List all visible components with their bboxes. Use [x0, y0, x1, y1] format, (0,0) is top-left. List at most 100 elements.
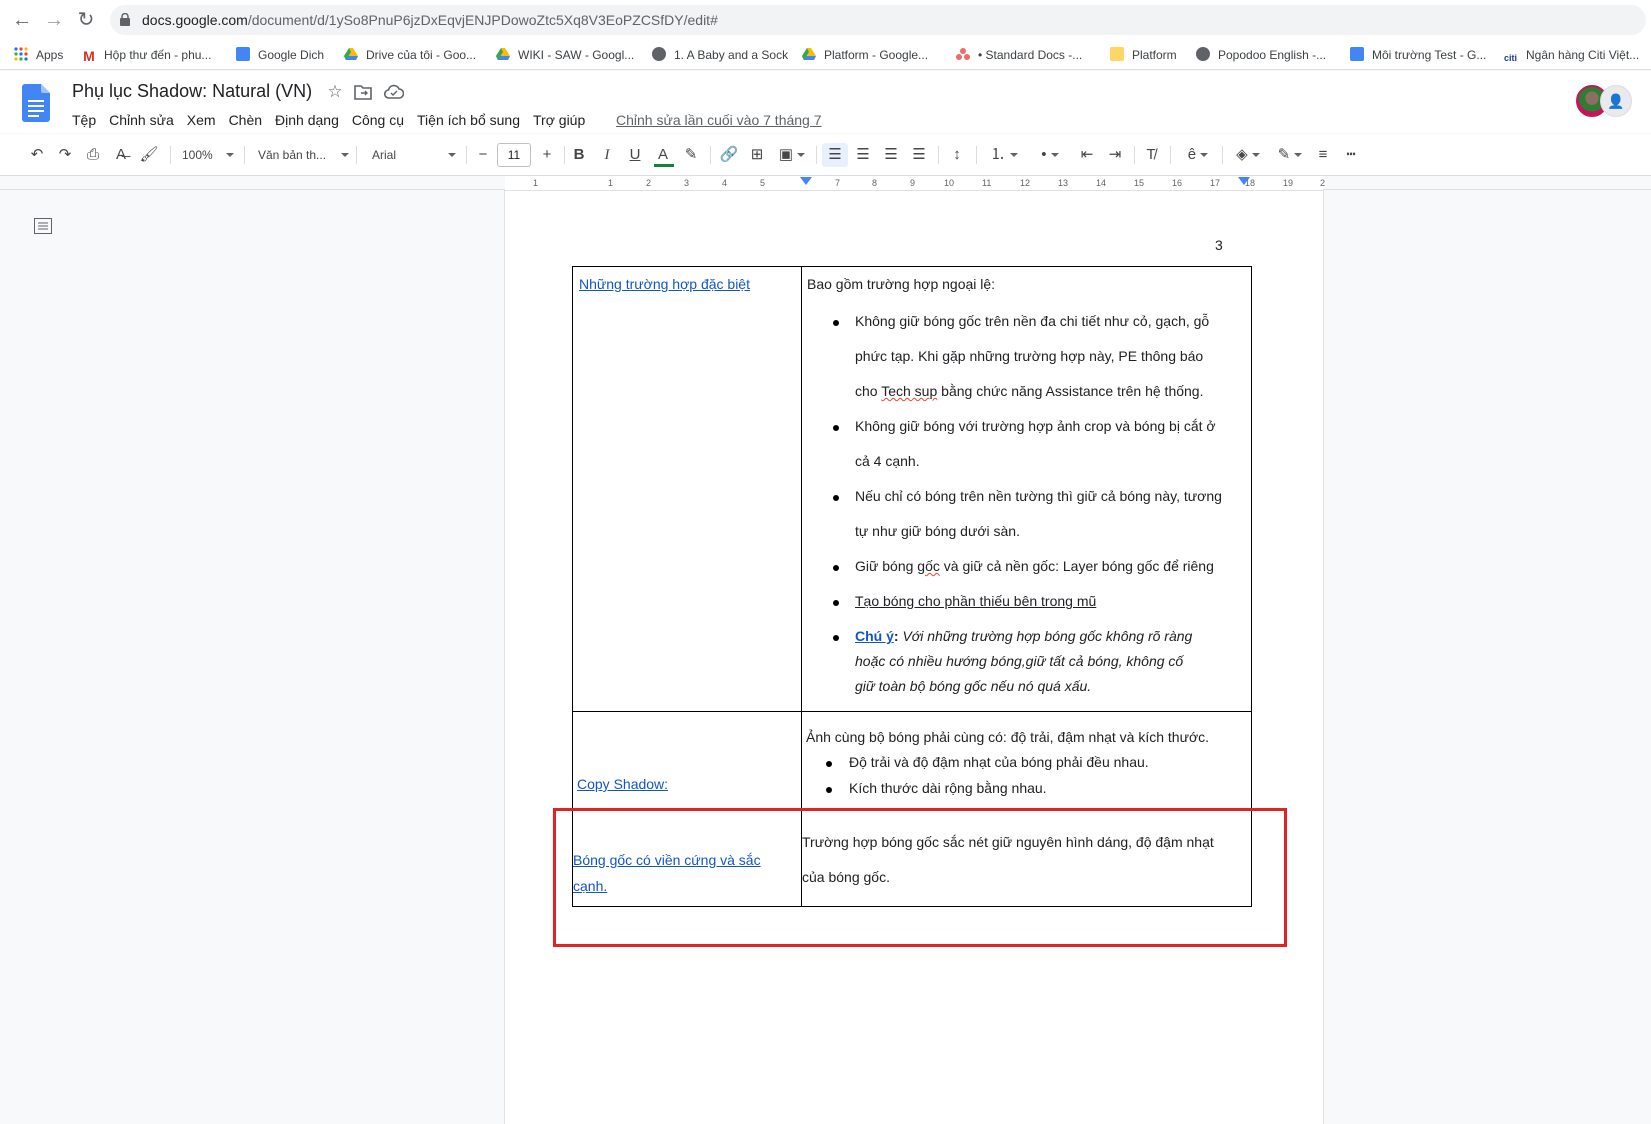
zoom-select[interactable]: 100% — [182, 143, 235, 167]
bookmark-standard-docs[interactable]: • Standard Docs -... — [956, 45, 1082, 65]
highlight-annotation-box — [553, 808, 1287, 947]
menu-tools[interactable]: Công cụ — [352, 109, 404, 131]
citi-icon: citi — [1504, 53, 1518, 63]
ruler[interactable]: 1 1 2 3 4 5 7 8 9 10 11 12 13 14 15 16 1… — [0, 176, 1651, 190]
ruler-number: 7 — [835, 178, 841, 188]
bookmark-drive[interactable]: Drive của tôi - Goo... — [344, 45, 476, 65]
menu-view[interactable]: Xem — [187, 109, 216, 131]
google-drive-icon — [344, 48, 358, 60]
decrease-font-size-button[interactable]: − — [472, 143, 494, 167]
bookmarks-bar: Apps M Hộp thư đến - phu... Google Dich D… — [0, 40, 1651, 70]
menu-addons[interactable]: Tiện ích bổ sung — [417, 109, 520, 131]
bookmark-popodoo[interactable]: Popodoo English -... — [1196, 45, 1326, 65]
menu-file[interactable]: Tệp — [72, 109, 96, 131]
bookmark-moi-truong-test[interactable]: Môi trường Test - G... — [1350, 45, 1486, 65]
decrease-indent-icon[interactable]: ⇤ — [1076, 143, 1098, 167]
undo-icon[interactable]: ↶ — [26, 143, 48, 167]
align-left-icon[interactable]: ☰ — [822, 143, 848, 167]
redo-icon[interactable]: ↷ — [54, 143, 76, 167]
toolbar-separator — [356, 146, 357, 164]
forward-arrow-icon[interactable]: → — [42, 8, 66, 32]
insert-image-icon[interactable]: ▣ — [774, 143, 810, 167]
toolbar-separator — [1170, 146, 1171, 164]
bookmark-apps[interactable]: Apps — [14, 45, 63, 65]
toolbar-separator — [938, 146, 939, 164]
google-translate-icon — [236, 47, 250, 61]
link-create-shadow-hat[interactable]: Tạo bóng cho phần thiếu bên trong mũ — [855, 593, 1096, 609]
clear-formatting-icon[interactable]: T̸ — [1140, 143, 1162, 167]
share-people-icon[interactable]: 👤 — [1600, 85, 1632, 117]
address-bar[interactable]: docs.google.com/document/d/1ySo8PnuP6jzD… — [110, 5, 1646, 35]
menu-help[interactable]: Trợ giúp — [533, 109, 585, 131]
increase-font-size-button[interactable]: + — [536, 143, 558, 167]
paint-format-icon[interactable]: 🖌 — [138, 143, 160, 167]
bookmark-citi[interactable]: citi Ngân hàng Citi Việt... — [1504, 45, 1639, 65]
insert-link-icon[interactable]: 🔗 — [718, 143, 740, 167]
bookmark-google-dich[interactable]: Google Dich — [236, 45, 324, 65]
bookmark-wiki[interactable]: WIKI - SAW - Googl... — [496, 45, 634, 65]
ruler-number: 17 — [1210, 178, 1221, 188]
align-center-icon[interactable]: ☰ — [852, 143, 874, 167]
document-outline-icon[interactable] — [34, 218, 52, 234]
right-indent-marker[interactable] — [1238, 177, 1250, 185]
toolbar-separator — [170, 146, 171, 164]
link-special-cases[interactable]: Những trường hợp đặc biệt — [579, 276, 750, 292]
bookmark-platform-google[interactable]: Platform - Google... — [802, 45, 928, 65]
bookmark-baby-sock[interactable]: 1. A Baby and a Sock — [652, 45, 788, 65]
google-docs-logo-icon[interactable] — [22, 84, 50, 122]
bulleted-list-icon[interactable]: • — [1030, 143, 1070, 167]
menu-edit[interactable]: Chỉnh sửa — [109, 109, 174, 131]
text-color-icon[interactable]: A — [652, 143, 674, 167]
align-right-icon[interactable]: ☰ — [880, 143, 902, 167]
ruler-number: 11 — [982, 178, 992, 188]
formatting-toolbar: ↶ ↷ ⎙ A̶ 🖌 100% Văn bản th... Arial − 11… — [0, 134, 1651, 176]
print-icon[interactable]: ⎙ — [82, 143, 104, 167]
border-width-icon[interactable]: ≡ — [1312, 143, 1334, 167]
font-size-input[interactable]: 11 — [497, 143, 531, 167]
last-edit-link[interactable]: Chỉnh sửa lần cuối vào 7 tháng 7 — [616, 109, 822, 131]
google-drive-icon — [802, 48, 816, 60]
docs-icon — [1350, 47, 1364, 61]
fill-color-icon[interactable]: ◈ — [1230, 143, 1266, 167]
star-icon[interactable]: ☆ — [325, 82, 345, 102]
line-spacing-icon[interactable]: ↕ — [946, 143, 968, 167]
bullet-dot — [833, 565, 839, 571]
left-indent-marker[interactable] — [800, 177, 812, 185]
document-title[interactable]: Phụ lục Shadow: Natural (VN) — [72, 81, 312, 102]
add-comment-icon[interactable]: ⊞ — [746, 143, 768, 167]
font-select[interactable]: Arial — [372, 143, 462, 167]
justify-icon[interactable]: ☰ — [908, 143, 930, 167]
list-item-line: phức tạp. Khi gặp những trường hợp này, … — [855, 348, 1204, 364]
reload-icon[interactable]: ↻ — [74, 8, 98, 32]
list-item-line: cho Tech sup bằng chức năng Assistance t… — [855, 383, 1204, 399]
bookmark-platform[interactable]: Platform — [1110, 45, 1177, 65]
menu-format[interactable]: Định dạng — [275, 109, 339, 131]
increase-indent-icon[interactable]: ⇥ — [1104, 143, 1126, 167]
bookmark-gmail[interactable]: M Hộp thư đến - phu... — [82, 45, 211, 65]
ruler-number: 16 — [1172, 178, 1183, 188]
list-item-line: Kích thước dài rộng bằng nhau. — [849, 780, 1047, 796]
underline-icon[interactable]: U — [624, 143, 646, 167]
border-color-icon[interactable]: ✎ — [1272, 143, 1308, 167]
numbered-list-icon[interactable]: ⒈ — [984, 143, 1024, 167]
table-cell-label[interactable]: Những trường hợp đặc biệt — [572, 266, 802, 712]
ruler-number: 13 — [1058, 178, 1069, 188]
cloud-saved-icon[interactable] — [384, 84, 404, 100]
spellcheck-icon[interactable]: A̶ — [110, 143, 132, 167]
back-arrow-icon[interactable]: ← — [10, 8, 34, 32]
list-item-line: cả 4 cạnh. — [855, 453, 920, 469]
browser-toolbar: ← → ↻ docs.google.com/document/d/1ySo8Pn… — [0, 0, 1651, 40]
input-tools-icon[interactable]: ê — [1178, 143, 1218, 167]
move-to-folder-icon[interactable] — [354, 84, 372, 100]
italic-icon[interactable]: I — [596, 143, 618, 167]
paragraph-style-select[interactable]: Văn bản th... — [258, 143, 350, 167]
note-label-link[interactable]: Chú ý — [855, 628, 894, 644]
highlight-color-icon[interactable]: ✎ — [680, 143, 702, 167]
bold-icon[interactable]: B — [568, 143, 590, 167]
table-cell-label[interactable]: Copy Shadow: — [572, 711, 802, 811]
toolbar-separator — [710, 146, 711, 164]
menu-insert[interactable]: Chèn — [229, 109, 262, 131]
toolbar-separator — [976, 146, 977, 164]
link-copy-shadow[interactable]: Copy Shadow: — [577, 776, 668, 792]
border-dash-icon[interactable]: ┅ — [1340, 143, 1362, 167]
